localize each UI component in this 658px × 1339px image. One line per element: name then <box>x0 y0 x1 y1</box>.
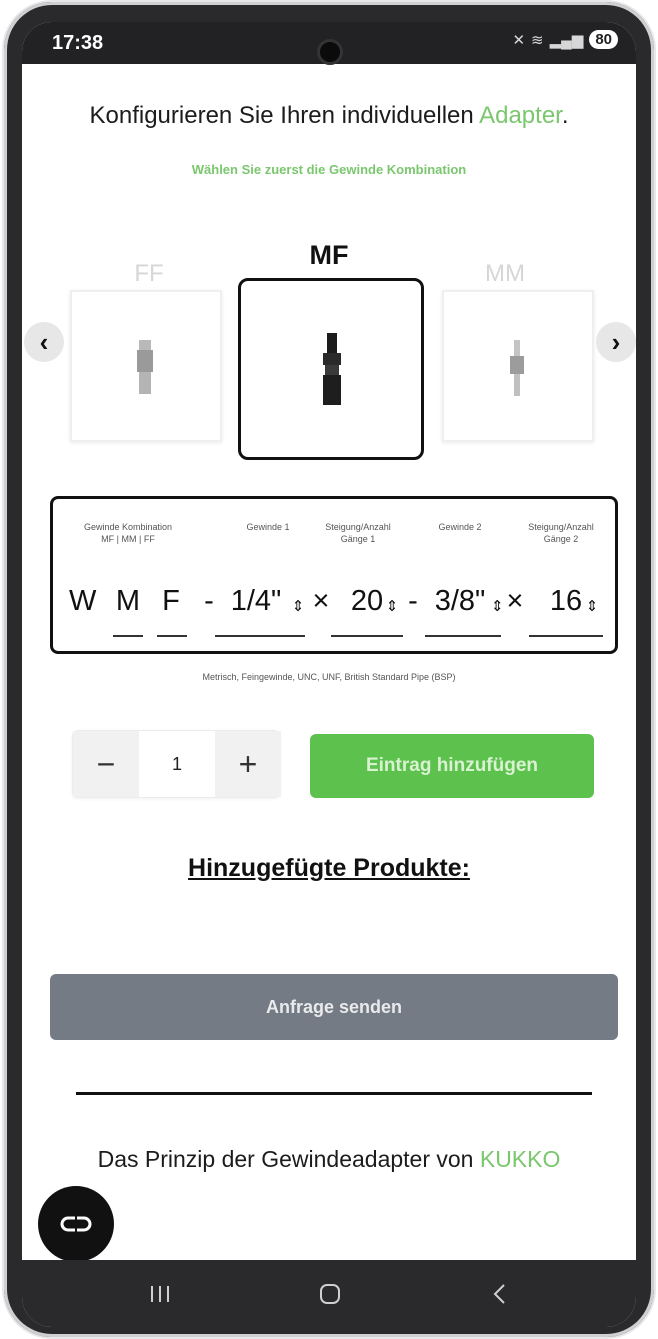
quantity-value[interactable]: 1 <box>139 731 215 797</box>
mf-adapter-image <box>323 333 341 405</box>
title-suffix: . <box>561 102 569 129</box>
pitch2-select[interactable]: 16 <box>547 585 585 618</box>
option-ff-label: FF <box>134 260 164 287</box>
section-divider <box>76 1092 592 1095</box>
thread2-spinner-icon[interactable]: ⇕ <box>491 597 504 615</box>
ff-adapter-image <box>137 340 153 394</box>
header-combination: Gewinde Kombination MF | MM | FF <box>73 521 183 545</box>
thread1-select[interactable]: 1/4" <box>221 585 291 618</box>
status-time: 17:38 <box>52 32 104 54</box>
thread2-underline <box>425 635 501 637</box>
header-pitch2: Steigung/Anzahl Gänge 2 <box>509 521 613 545</box>
code-dash-2: - <box>408 585 418 617</box>
footer-heading: Das Prinzip der Gewindeadapter von KUKKO <box>22 1146 636 1173</box>
footer-prefix: Das Prinzip der Gewindeadapter von <box>97 1146 480 1172</box>
header-pitch1: Steigung/Anzahl Gänge 1 <box>313 521 403 545</box>
mute-icon: ✕ <box>512 31 526 49</box>
code-dash-1: - <box>204 585 214 617</box>
pitch1-spinner-icon[interactable]: ⇕ <box>385 597 399 615</box>
thread1-spinner-icon[interactable]: ⇕ <box>291 597 305 615</box>
back-button[interactable] <box>470 1276 530 1312</box>
screen: 17:38 ✕ ≋ ▂▄▆ 80 Konfigurieren Sie Ihren… <box>22 22 636 1327</box>
mm-adapter-image <box>510 340 524 396</box>
status-bar: 17:38 ✕ ≋ ▂▄▆ 80 <box>22 22 636 65</box>
pitch1-underline <box>331 635 403 637</box>
option-mm-card[interactable] <box>442 290 594 442</box>
first-gender-select[interactable]: M <box>113 585 143 618</box>
header-pitch1-line1: Steigung/Anzahl <box>325 522 391 532</box>
header-combination-line2: MF | MM | FF <box>101 534 155 544</box>
footer-accent: KUKKO <box>479 1146 561 1172</box>
second-gender-underline <box>157 635 187 637</box>
chat-icon <box>60 1216 92 1232</box>
pitch2-underline <box>529 635 603 637</box>
system-nav-bar <box>22 1260 636 1327</box>
thread1-underline <box>215 635 305 637</box>
thread-configurator: Gewinde Kombination MF | MM | FF Gewinde… <box>50 496 618 654</box>
add-entry-button[interactable]: Eintrag hinzufügen <box>310 734 594 798</box>
chevron-left-icon: ‹ <box>39 326 49 357</box>
back-icon <box>493 1284 505 1304</box>
thread2-select[interactable]: 3/8" <box>427 585 493 618</box>
send-request-button[interactable]: Anfrage senden <box>50 974 618 1040</box>
option-mf-label: MF <box>309 240 349 270</box>
header-pitch1-line2: Gänge 1 <box>340 534 376 544</box>
thread-types-hint: Metrisch, Feingewinde, UNC, UNF, British… <box>202 672 456 682</box>
code-prefix: W <box>69 585 97 617</box>
battery-icon: 80 <box>589 30 618 49</box>
second-gender-select[interactable]: F <box>157 585 185 618</box>
home-icon <box>320 1284 340 1304</box>
header-thread2: Gewinde 2 <box>438 522 482 532</box>
option-mm-label: MM <box>485 260 525 287</box>
home-button[interactable] <box>300 1276 360 1312</box>
carousel-next-button[interactable]: › <box>596 322 636 362</box>
chat-button[interactable] <box>38 1186 114 1262</box>
recent-apps-button[interactable] <box>130 1276 190 1312</box>
code-times-2: × <box>506 585 524 617</box>
header-pitch2-line1: Steigung/Anzahl <box>528 522 594 532</box>
option-mf-card[interactable] <box>238 278 424 460</box>
increase-quantity-button[interactable]: + <box>215 731 281 797</box>
quantity-stepper: − 1 + <box>72 730 281 798</box>
chevron-right-icon: › <box>611 326 621 357</box>
title-accent: Adapter <box>479 102 562 129</box>
title-prefix: Konfigurieren Sie Ihren individuellen <box>89 102 480 129</box>
recent-apps-icon <box>151 1286 169 1302</box>
decrease-quantity-button[interactable]: − <box>73 731 139 797</box>
page-title: Konfigurieren Sie Ihren individuellen Ad… <box>22 102 636 130</box>
header-thread1: Gewinde 1 <box>246 522 290 532</box>
header-pitch2-line2: Gänge 2 <box>543 534 579 544</box>
wifi-icon: ≋ <box>531 31 544 49</box>
carousel-prev-button[interactable]: ‹ <box>24 322 64 362</box>
code-times-1: × <box>312 585 330 617</box>
front-camera <box>317 39 343 65</box>
pitch2-spinner-icon[interactable]: ⇕ <box>585 597 599 615</box>
first-gender-underline <box>113 635 143 637</box>
option-ff-card[interactable] <box>70 290 222 442</box>
pitch1-select[interactable]: 20 <box>349 585 385 618</box>
header-combination-line1: Gewinde Kombination <box>83 522 173 532</box>
signal-icon: ▂▄▆ <box>549 31 584 49</box>
page-subtitle: Wählen Sie zuerst die Gewinde Kombinatio… <box>191 162 467 177</box>
added-products-heading: Hinzugefügte Produkte: <box>188 854 470 882</box>
status-icons: ✕ ≋ ▂▄▆ 80 <box>512 30 618 49</box>
